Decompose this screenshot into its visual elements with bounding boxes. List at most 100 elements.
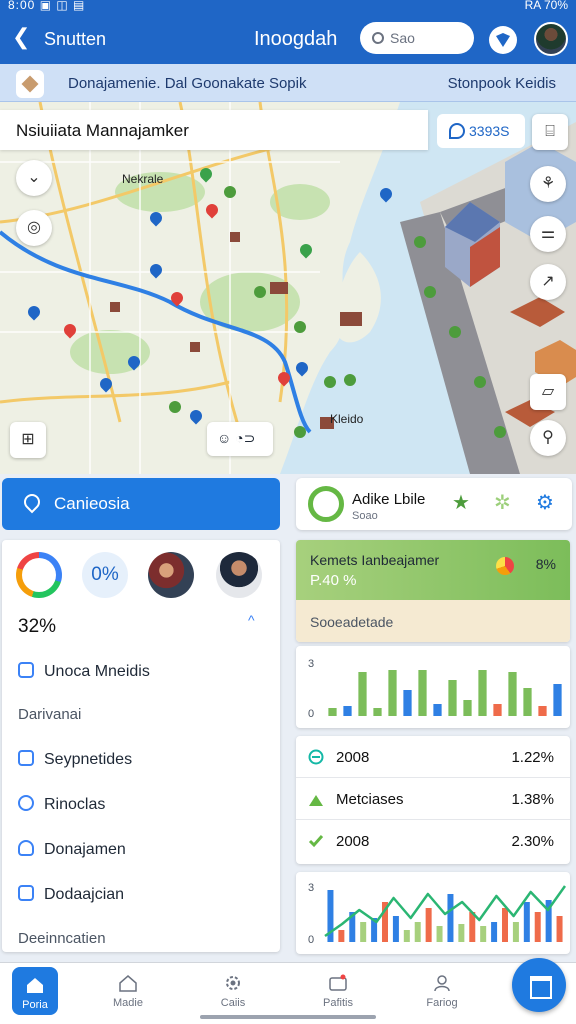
layers-button[interactable]: ⌸	[532, 114, 568, 150]
target-icon: ◎	[27, 219, 41, 236]
star-outline-icon[interactable]: ✲	[494, 490, 511, 515]
page-title: Inoogdah	[254, 28, 338, 50]
summary-percent: 32%	[18, 616, 57, 637]
list-item-label: Dodaajcian	[44, 886, 125, 903]
chevron-down-button[interactable]: ⌄	[16, 160, 52, 196]
stat-label: 2008	[336, 833, 370, 850]
filter-button[interactable]: ⚌	[530, 216, 566, 252]
nav-item-caiis[interactable]: Caiis	[193, 963, 273, 1019]
chart-bar	[502, 908, 508, 942]
user-icon	[434, 975, 450, 992]
nav-item-home[interactable]: Poria	[12, 967, 58, 1015]
chart-bar	[512, 922, 519, 942]
grid-icon: ⌸	[545, 123, 555, 140]
map-label: Nekrale	[122, 172, 164, 186]
chart-bar	[343, 706, 352, 716]
y-tick-label: 0	[308, 708, 315, 720]
compass-button[interactable]: ⚘	[530, 166, 566, 202]
minus-circle-icon	[308, 749, 324, 765]
chart-bar	[414, 922, 421, 942]
map-count-badge[interactable]: 3393S	[437, 114, 525, 148]
activity-title: Adike Lbile	[352, 491, 426, 508]
status-bar: 8:00 ▣ ◫ ▤ RA 70%	[0, 0, 576, 14]
chart-bar	[447, 894, 454, 942]
pin-icon	[20, 490, 44, 514]
map-view[interactable]: Nekrale Kleido Nsiuiiata Mannajamker 339…	[0, 102, 576, 474]
list-item[interactable]: Unoca Mneidis	[18, 662, 150, 681]
stat-row[interactable]: Metciases 1.38%	[296, 778, 570, 820]
notice-banner: Donajamenie. Dal Goonakate Sopik Stonpoo…	[0, 64, 576, 102]
chart-bar	[392, 916, 399, 942]
nav-item-pafitis[interactable]: Pafitis	[298, 963, 378, 1019]
y-tick-label: 3	[308, 882, 315, 894]
list-item[interactable]: Dodaajcian	[18, 885, 124, 904]
chart-bar	[448, 680, 457, 716]
stat-value: 1.22%	[511, 749, 554, 766]
location-button-label: Canieosia	[54, 494, 130, 513]
chart-bar	[436, 926, 443, 942]
highlight-title: Kemets Ianbeajamer	[310, 552, 440, 568]
list-item[interactable]: Seypnetides	[18, 750, 132, 769]
chart-bar	[523, 688, 532, 716]
chart-bar	[338, 930, 345, 942]
chart-bar	[425, 908, 432, 942]
home-indicator	[200, 1015, 376, 1019]
nav-item-madie[interactable]: Madie	[88, 963, 168, 1019]
chart-bar	[388, 670, 397, 716]
map-label: Kleido	[330, 412, 364, 426]
list-item-label: Seypnetides	[44, 751, 133, 768]
nav-item-fariog[interactable]: Fariog	[402, 963, 482, 1019]
avatar[interactable]	[148, 552, 194, 598]
activity-card[interactable]: Adike Lbile Soao ★ ✲ ⚙	[296, 478, 572, 530]
shield-icon	[18, 840, 34, 856]
chart-bar	[478, 670, 487, 716]
shield-icon	[496, 33, 510, 47]
bar-chart-card: 3 0	[296, 646, 570, 728]
camera-icon	[329, 974, 347, 991]
stat-row[interactable]: 2008 1.22%	[296, 736, 570, 778]
calendar-fab-button[interactable]	[512, 958, 566, 1012]
fullscreen-button[interactable]: ⊞	[10, 422, 46, 458]
back-button[interactable]: ❮	[12, 26, 30, 48]
chart-bar	[358, 672, 367, 716]
notice-link[interactable]: Stonpook Keidis	[448, 75, 556, 92]
stat-row[interactable]: 2008 2.30%	[296, 820, 570, 862]
bar-icon	[309, 795, 323, 806]
marker-button[interactable]: ⚲	[530, 420, 566, 456]
progress-ring	[16, 552, 62, 598]
app-bar: 8:00 ▣ ◫ ▤ RA 70% ❮ Snutten Inoogdah Sao	[0, 0, 576, 64]
draw-button[interactable]: ▱	[530, 374, 566, 410]
chart-bar	[403, 690, 412, 716]
stat-circle[interactable]: 0%	[82, 552, 128, 598]
highlight-card[interactable]: Kemets Ianbeajamer P.40 % 8% Sooeadetade	[296, 540, 570, 642]
document-icon	[18, 750, 34, 766]
locate-button[interactable]: ◎	[16, 210, 52, 246]
list-item[interactable]: Rinoclas	[18, 795, 105, 814]
search-input[interactable]: Sao	[360, 22, 474, 54]
y-tick-label: 3	[308, 658, 315, 670]
settings-icon[interactable]: ⚙	[536, 490, 554, 515]
avatar[interactable]	[534, 22, 568, 56]
chart-bar	[480, 926, 487, 942]
back-label[interactable]: Snutten	[44, 29, 106, 50]
location-button[interactable]: Canieosia	[2, 478, 280, 530]
highlight-footer-text: Sooeadetade	[310, 614, 394, 630]
star-icon[interactable]: ★	[452, 490, 470, 515]
highlight-percent: 8%	[535, 556, 556, 572]
chart-bar	[553, 684, 562, 716]
highlight-value: P.40 %	[310, 572, 357, 589]
location-toggle-button[interactable]	[489, 26, 517, 54]
route-button[interactable]: ↗	[530, 264, 566, 300]
avatar[interactable]	[216, 552, 262, 598]
chart-bar	[538, 706, 547, 716]
house-outline-icon	[119, 975, 137, 992]
activity-subtitle: Soao	[352, 510, 378, 522]
stat-label: 2008	[336, 749, 370, 766]
map-title: Nsiuiiata Mannajamker	[0, 110, 428, 150]
chevron-down-icon: ⌄	[27, 169, 41, 186]
pin-icon	[18, 795, 34, 811]
map-mini-toolbar[interactable]: ☺ ◔⊃	[207, 422, 273, 456]
list-item[interactable]: Donajamen	[18, 840, 126, 859]
chart-bar	[463, 700, 472, 716]
chevron-up-icon[interactable]: ^	[248, 612, 255, 628]
